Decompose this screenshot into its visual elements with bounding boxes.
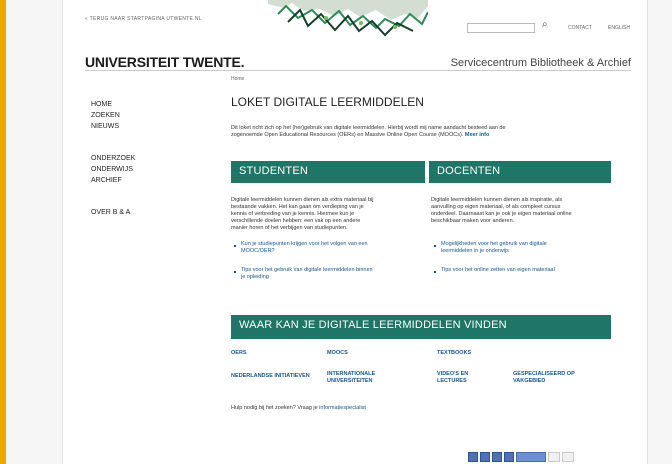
share-icons xyxy=(468,452,574,462)
resource-nl-initiatives-link[interactable]: NEDERLANDSE INITIATIEVEN xyxy=(231,373,310,380)
students-bullet-1 xyxy=(234,245,236,247)
resource-videos-line-2: LECTURES xyxy=(437,378,467,384)
students-link-tips[interactable]: Tips voor het gebruik van digitale leerm… xyxy=(241,267,373,281)
intro-line-2-text: zogenoemde Open Educational Resources (O… xyxy=(231,132,464,138)
teachers-link-use-line-2: leermiddelen in je onderwijs xyxy=(441,248,509,254)
resource-moocs-link[interactable]: MOOCS xyxy=(327,350,348,357)
page-container: « TERUG NAAR STARTPAGINA UTWENTE.NL ⌕ CO… xyxy=(62,0,648,464)
sidebar-group-1: HOME ZOEKEN NIEUWS xyxy=(91,99,201,132)
students-link-credits[interactable]: Kun je studiepunten krijgen voor het vol… xyxy=(241,241,368,255)
search-icon[interactable]: ⌕ xyxy=(542,19,548,30)
search-input[interactable] xyxy=(467,23,535,33)
teachers-link-use-line-1: Mogelijkheden voor het gebruik van digit… xyxy=(441,241,547,247)
resource-international-universities-link[interactable]: INTERNATIONALE UNIVERSITEITEN xyxy=(327,371,375,385)
resource-specialized-line-2: VAKGEBIED xyxy=(513,378,546,384)
resource-oers-link[interactable]: OERS xyxy=(231,350,247,357)
teachers-line-3: onderdeel. Daarnaast kan je ook je eigen… xyxy=(431,211,572,217)
students-link-tips-line-1: Tips voor het gebruik van digitale leerm… xyxy=(241,267,373,273)
students-line-4: verschillende doelen hebben: een vak op … xyxy=(231,218,361,224)
share-pill-button[interactable] xyxy=(516,452,546,462)
resource-specialized-link[interactable]: GESPECIALISEERD OP VAKGEBIED xyxy=(513,371,575,385)
students-text: Digitale leermiddelen kunnen dienen als … xyxy=(231,197,415,232)
info-specialist-link[interactable]: informatiespecialist xyxy=(319,405,366,411)
students-line-2: bestaande vakken. Het kan gaan om verdie… xyxy=(231,204,364,210)
sidebar-item-onderwijs[interactable]: ONDERWIJS xyxy=(91,164,201,175)
resource-international-line-2: UNIVERSITEITEN xyxy=(327,378,373,384)
share-icon-1[interactable] xyxy=(468,452,478,462)
where-heading: WAAR KAN JE DIGITALE LEERMIDDELEN VINDEN xyxy=(239,319,507,331)
sidebar-item-nieuws[interactable]: NIEUWS xyxy=(91,121,201,132)
where-band: WAAR KAN JE DIGITALE LEERMIDDELEN VINDEN xyxy=(231,315,611,339)
teachers-link-online[interactable]: Tips voor het online zetten van eigen ma… xyxy=(441,267,555,274)
teachers-bullet-1 xyxy=(434,245,436,247)
students-link-credits-line-1: Kun je studiepunten krijgen voor het vol… xyxy=(241,241,368,247)
sidebar-item-over-b-a[interactable]: OVER B & A xyxy=(91,207,201,218)
sidebar-item-zoeken[interactable]: ZOEKEN xyxy=(91,110,201,121)
students-band: STUDENTEN xyxy=(231,161,425,183)
university-logo[interactable]: UNIVERSITEIT TWENTE. xyxy=(85,54,245,70)
share-icon-3[interactable] xyxy=(492,452,502,462)
sidebar-group-3: OVER B & A xyxy=(91,207,201,218)
intro-text: Dit loket richt zich op het (her)gebruik… xyxy=(231,125,607,139)
teachers-heading: DOCENTEN xyxy=(437,165,501,177)
students-link-tips-line-2: je opleiding xyxy=(241,274,269,280)
english-link[interactable]: ENGLISH xyxy=(608,25,630,31)
resource-videos-link[interactable]: VIDEO'S EN LECTURES xyxy=(437,371,468,385)
header-divider xyxy=(85,70,631,71)
resource-specialized-line-1: GESPECIALISEERD OP xyxy=(513,371,575,377)
resource-videos-line-1: VIDEO'S EN xyxy=(437,371,469,377)
back-to-home-link[interactable]: « TERUG NAAR STARTPAGINA UTWENTE.NL xyxy=(85,16,202,22)
help-text: Hulp nodig bij het zoeken? Vraag je info… xyxy=(231,405,366,411)
sidebar-item-archief[interactable]: ARCHIEF xyxy=(91,175,201,186)
breadcrumb[interactable]: Home xyxy=(231,76,244,82)
teachers-line-4: beschikbaar maken voor anderen. xyxy=(431,218,515,224)
teachers-line-2: aanvulling op eigen materiaal, of als co… xyxy=(431,204,561,210)
students-line-5: manier horen of het verbijgen van studie… xyxy=(231,225,348,231)
sidebar-item-home[interactable]: HOME xyxy=(91,99,201,110)
resource-textbooks-link[interactable]: TEXTBOOKS xyxy=(437,350,471,357)
share-small-icon-2[interactable] xyxy=(562,452,574,462)
students-bullet-2 xyxy=(234,271,236,273)
sidebar-group-2: ONDERZOEK ONDERWIJS ARCHIEF xyxy=(91,153,201,186)
teachers-bullet-2 xyxy=(434,271,436,273)
students-line-3: kennis of verbreding van je kennis. Hier… xyxy=(231,211,355,217)
contact-link[interactable]: CONTACT xyxy=(568,25,592,31)
students-link-credits-line-2: MOOC/OER? xyxy=(241,248,275,254)
page-title: LOKET DIGITALE LEERMIDDELEN xyxy=(231,95,424,109)
more-info-link[interactable]: Meer info xyxy=(465,132,489,138)
share-icon-2[interactable] xyxy=(480,452,490,462)
teachers-link-use[interactable]: Mogelijkheden voor het gebruik van digit… xyxy=(441,241,547,255)
share-small-icon-1[interactable] xyxy=(548,452,560,462)
intro-line-2: zogenoemde Open Educational Resources (O… xyxy=(231,132,607,139)
teachers-line-1: Digitale leermiddelen kunnen dienen als … xyxy=(431,197,563,203)
resource-international-line-1: INTERNATIONALE xyxy=(327,371,376,377)
sidebar-item-onderzoek[interactable]: ONDERZOEK xyxy=(91,153,201,164)
help-text-body: Hulp nodig bij het zoeken? Vraag je xyxy=(231,405,318,411)
teachers-band: DOCENTEN xyxy=(429,161,611,183)
students-heading: STUDENTEN xyxy=(239,165,309,177)
students-line-1: Digitale leermiddelen kunnen dienen als … xyxy=(231,197,374,203)
header-illustration xyxy=(268,0,428,37)
service-title: Servicecentrum Bibliotheek & Archief xyxy=(450,57,631,69)
intro-line-1: Dit loket richt zich op het (her)gebruik… xyxy=(231,125,506,131)
teachers-text: Digitale leermiddelen kunnen dienen als … xyxy=(431,197,611,225)
share-icon-4[interactable] xyxy=(504,452,514,462)
left-accent-bar xyxy=(0,0,6,464)
